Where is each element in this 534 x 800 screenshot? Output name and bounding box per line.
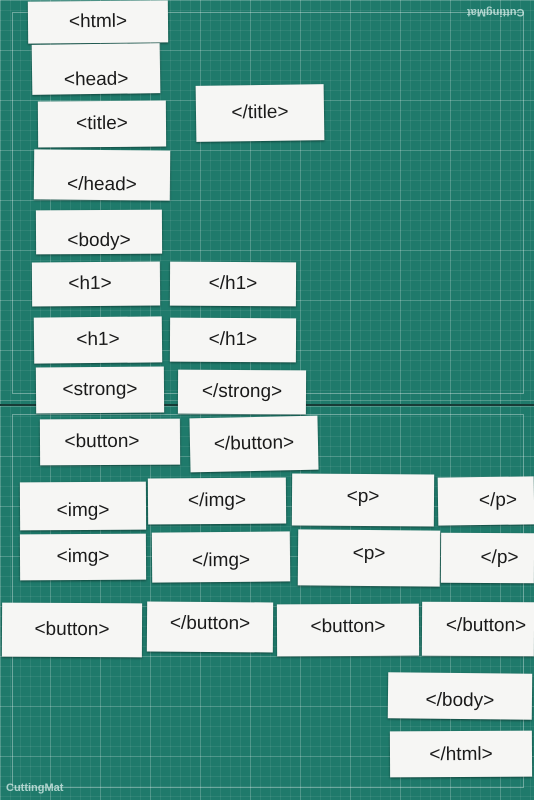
tag-card-img-open[interactable]: <img>: [19, 481, 147, 531]
tag-card-h1-close[interactable]: </h1>: [169, 261, 297, 307]
tag-card-img-close[interactable]: </img>: [147, 477, 287, 525]
tag-card-button-open[interactable]: <button>: [276, 603, 420, 657]
tag-card-html-open[interactable]: <html>: [27, 0, 169, 44]
tag-card-button-open[interactable]: <button>: [39, 418, 181, 466]
tag-card-body-open[interactable]: <body>: [35, 209, 163, 255]
tag-card-p-close[interactable]: </p>: [440, 532, 534, 584]
mat-brand-label: CuttingMat: [6, 782, 64, 794]
tag-card-button-open[interactable]: <button>: [1, 602, 143, 658]
tag-card-h1-close[interactable]: </h1>: [169, 317, 297, 363]
tag-card-strong-close[interactable]: </strong>: [177, 369, 307, 415]
tag-card-strong-open[interactable]: <strong>: [35, 366, 165, 414]
tag-card-title-close[interactable]: </title>: [195, 84, 325, 142]
tag-card-head-open[interactable]: <head>: [31, 43, 161, 95]
tag-card-body-close[interactable]: </body>: [387, 672, 533, 720]
tag-card-button-close[interactable]: </button>: [421, 601, 534, 657]
tag-card-button-close[interactable]: </button>: [146, 601, 274, 653]
tag-card-p-close[interactable]: </p>: [437, 476, 534, 526]
tag-card-p-open[interactable]: <p>: [291, 473, 435, 527]
tag-card-button-close[interactable]: </button>: [189, 415, 319, 473]
tag-card-img-open[interactable]: <img>: [19, 533, 147, 581]
tag-card-p-open[interactable]: <p>: [297, 529, 441, 587]
tag-card-img-close[interactable]: </img>: [151, 531, 291, 583]
mat-brand-label: CuttingMat: [466, 6, 524, 18]
tag-card-html-close[interactable]: </html>: [389, 730, 533, 778]
tag-card-head-close[interactable]: </head>: [33, 149, 171, 201]
tag-card-h1-open[interactable]: <h1>: [33, 316, 163, 364]
tag-card-title-open[interactable]: <title>: [37, 100, 167, 148]
tag-card-h1-open[interactable]: <h1>: [31, 261, 161, 307]
